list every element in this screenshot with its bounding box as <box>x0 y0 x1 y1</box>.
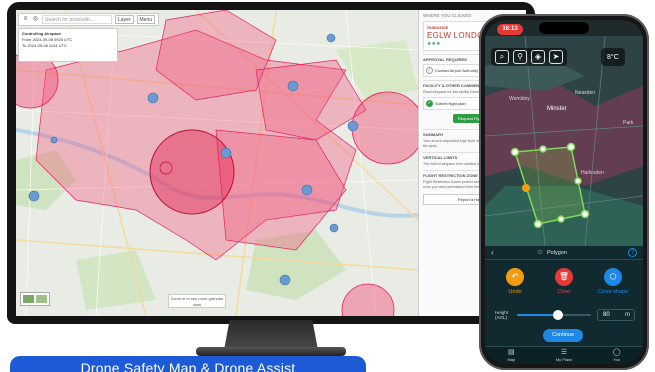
product-showcase: ≡ ◎ Search for postcode... Layer Menu Co… <box>0 0 655 372</box>
height-slider-knob[interactable] <box>552 310 563 320</box>
close-shape-button[interactable]: ⬠ <box>604 268 622 286</box>
postcode-search-input[interactable]: Search for postcode... <box>42 15 112 24</box>
help-icon[interactable]: ? <box>628 248 637 257</box>
satellite-thumb[interactable] <box>23 295 34 303</box>
map-label-minster: Minster <box>547 106 567 112</box>
terrain-thumb[interactable] <box>36 295 47 303</box>
drone-safety-map[interactable]: ≡ ◎ Search for postcode... Layer Menu Co… <box>16 10 418 316</box>
map-icon: ▤ <box>508 349 515 356</box>
layers-dropdown[interactable]: Layer <box>115 15 134 24</box>
height-unit: m <box>625 312 630 318</box>
tab-my-plans[interactable]: ☰ My Plans <box>538 347 591 364</box>
menu-icon[interactable]: ≡ <box>22 16 29 23</box>
phone-map-tools: ⌕ ⚲ ◈ ➤ <box>491 48 567 66</box>
smartphone: 16:13 ⌕ ⚲ ◈ ➤ 8°C Wembley Neasden Minste… <box>479 14 649 370</box>
desktop-screen: ≡ ◎ Search for postcode... Layer Menu Co… <box>16 10 526 316</box>
plans-icon: ☰ <box>560 349 568 356</box>
monitor-stand-neck <box>224 320 318 350</box>
clear-label: Clear <box>557 289 571 295</box>
height-slider-fill <box>517 314 558 316</box>
zoom-tooltip: Zoom in to see more granular data <box>168 294 226 308</box>
continue-button[interactable]: Continue <box>543 329 583 342</box>
layers-icon[interactable]: ◈ <box>531 50 545 64</box>
monitor-stand-base <box>196 347 346 356</box>
map-toolbar: ≡ ◎ Search for postcode... Layer Menu <box>18 13 160 26</box>
check-circle-icon: ✓ <box>426 100 433 107</box>
height-label-line2: (AGL) <box>495 315 508 320</box>
height-label: Height (AGL) <box>495 310 508 320</box>
tab-map[interactable]: ▤ Map <box>485 347 538 364</box>
submit-plan-label: Submit flight plan <box>435 101 466 106</box>
menu-button[interactable]: Menu <box>136 15 156 24</box>
sheet-title: Polygon <box>547 250 567 256</box>
map-label-harlesden: Harlesden <box>581 170 604 176</box>
map-label-wembley: Wembley <box>509 96 530 102</box>
map-label-neasden: Neasden <box>575 90 596 96</box>
height-value: 80 <box>603 312 610 318</box>
check-icon: ✓ <box>426 67 433 74</box>
phone-notch <box>539 22 589 34</box>
clear-button[interactable]: 🗑 <box>555 268 573 286</box>
caption-banner: Drone Safety Map & Drone Assist <box>10 356 366 372</box>
close-shape-label: Close shape <box>597 289 629 295</box>
height-slider[interactable] <box>517 310 591 320</box>
polygon-sheet: ‹ ☆ Polygon ? ↶ Undo 🗑 Clear ⬠ Close sha… <box>485 246 643 364</box>
phone-map-canvas[interactable] <box>485 35 643 247</box>
map-label-park: Park <box>623 120 634 126</box>
phone-screen: 16:13 ⌕ ⚲ ◈ ➤ 8°C Wembley Neasden Minste… <box>485 20 643 364</box>
search-icon[interactable]: ⌕ <box>495 50 509 64</box>
sheet-header: ‹ ☆ Polygon ? <box>485 246 643 260</box>
profile-icon: ◯ <box>612 349 621 356</box>
tab-map-label: Map <box>507 357 516 362</box>
tab-you[interactable]: ◯ You <box>590 347 643 364</box>
desktop-monitor: ≡ ◎ Search for postcode... Layer Menu Co… <box>7 2 535 324</box>
info-line-3: To 2024-09-08 1134 UTC <box>22 43 67 48</box>
undo-label: Undo <box>508 289 522 295</box>
airspace-info-box: Controlling Airspace From 2024-09-08 092… <box>18 28 118 62</box>
navigation-icon[interactable]: ➤ <box>549 50 563 64</box>
phone-map[interactable] <box>485 35 643 247</box>
bottom-tab-bar: ▤ Map ☰ My Plans ◯ You <box>485 346 643 364</box>
height-value-field[interactable]: 80 m <box>597 309 635 321</box>
tab-my-plans-label: My Plans <box>555 357 573 362</box>
status-time: 16:13 <box>497 24 523 35</box>
temperature: 8°C <box>607 53 619 61</box>
tab-you-label: You <box>613 357 621 362</box>
weather-widget[interactable]: 8°C <box>601 48 625 66</box>
map-type-switcher[interactable] <box>20 292 50 306</box>
back-icon[interactable]: ‹ <box>491 248 494 257</box>
filter-icon[interactable]: ⚲ <box>513 50 527 64</box>
approval-item-label: Contact Airport Authority <box>435 68 479 73</box>
locate-icon[interactable]: ◎ <box>32 16 39 23</box>
polygon-icon: ☆ <box>537 249 544 256</box>
undo-button[interactable]: ↶ <box>506 268 524 286</box>
